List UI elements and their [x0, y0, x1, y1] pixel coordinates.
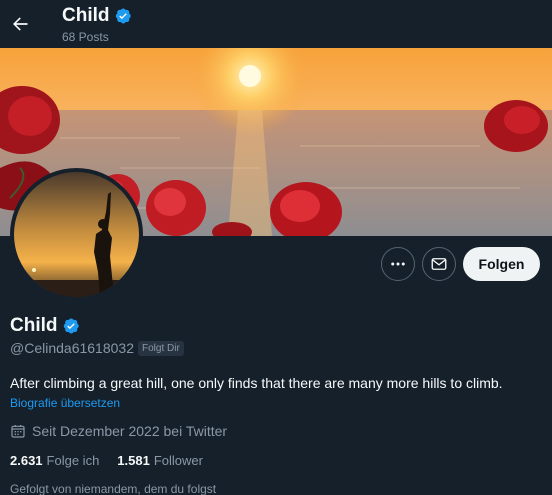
calendar-icon — [11, 425, 25, 438]
profile-name-row: Child — [10, 314, 80, 338]
envelope-icon — [431, 258, 447, 270]
followers-count: 1.581 — [117, 453, 150, 468]
translate-bio-link[interactable]: Biografie übersetzen — [10, 396, 120, 410]
following-label: Folge ich — [46, 453, 100, 468]
followers-stat[interactable]: 1.581 Follower — [117, 453, 203, 468]
follow-button[interactable]: Folgen — [463, 247, 540, 281]
more-dots-icon — [391, 262, 405, 266]
message-button[interactable] — [422, 247, 456, 281]
avatar-image — [14, 172, 139, 297]
profile-bio: After climbing a great hill, one only fi… — [10, 375, 503, 391]
arrow-left-icon — [13, 17, 28, 31]
follows-you-badge: Folgt Dir — [137, 340, 184, 356]
header-posts-count: 68 Posts — [62, 30, 109, 44]
handle-row: @Celinda61618032 Folgt Dir — [10, 340, 184, 356]
more-button[interactable] — [381, 247, 415, 281]
followed-by-text[interactable]: Gefolgt von niemandem, dem du folgst — [10, 482, 216, 495]
followers-label: Follower — [153, 453, 203, 468]
verified-badge-icon[interactable] — [62, 317, 80, 335]
joined-row: Seit Dezember 2022 bei Twitter — [10, 423, 227, 439]
joined-date: Seit Dezember 2022 bei Twitter — [32, 423, 228, 439]
following-count: 2.631 — [10, 453, 43, 468]
header-name: Child — [62, 5, 110, 26]
header-title-row: Child — [62, 4, 132, 28]
back-button[interactable] — [4, 8, 36, 40]
top-header: Child 68 Posts — [0, 0, 552, 48]
follow-stats: 2.631 Folge ich 1.581 Follower — [10, 453, 203, 468]
following-stat[interactable]: 2.631 Folge ich — [10, 453, 99, 468]
profile-handle: @Celinda61618032 — [10, 340, 134, 356]
profile-name: Child — [10, 315, 58, 336]
verified-badge-icon — [115, 8, 131, 24]
profile-avatar[interactable] — [10, 168, 143, 301]
